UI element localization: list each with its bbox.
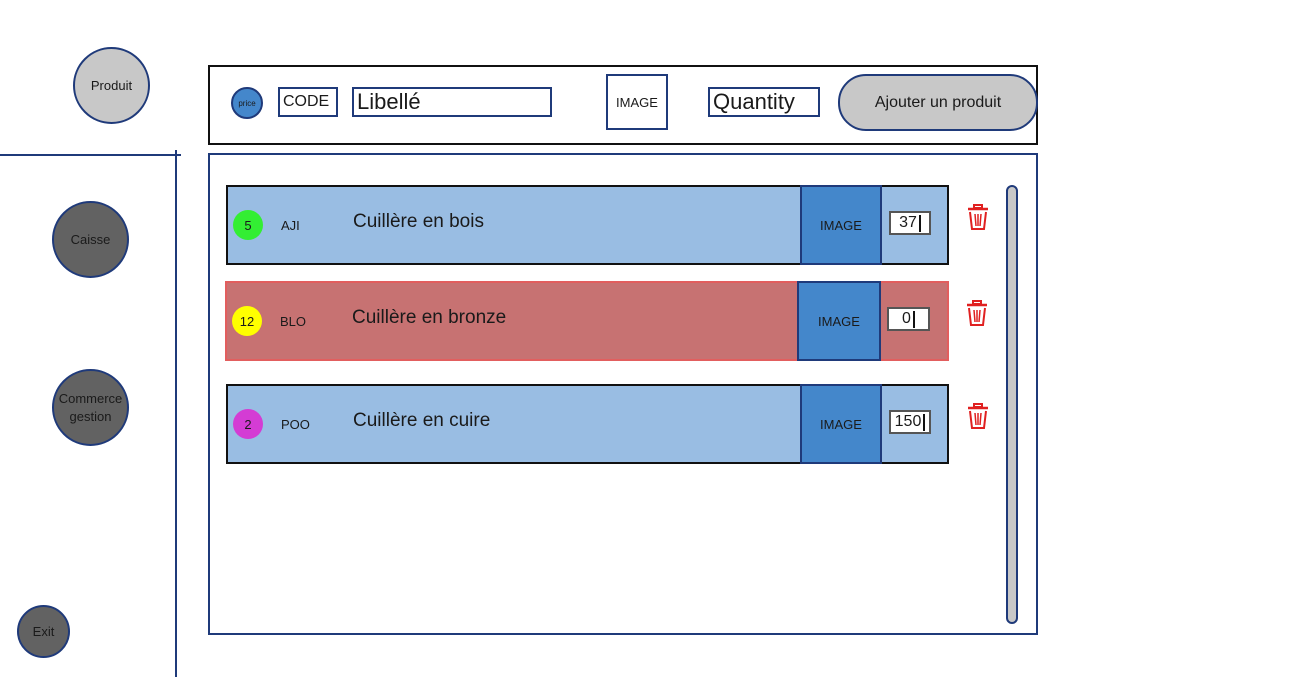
product-label: Cuillère en cuire xyxy=(353,410,491,431)
nav-caisse-button[interactable]: Caisse xyxy=(52,201,129,278)
product-label: Cuillère en bronze xyxy=(352,307,507,328)
text-cursor xyxy=(918,214,921,232)
trash-icon-graphic xyxy=(968,403,988,429)
product-label: Cuillère en bois xyxy=(353,211,484,232)
quantity-value: 37 xyxy=(899,214,917,231)
trash-icon-graphic xyxy=(968,204,988,230)
libelle-field[interactable]: Libellé xyxy=(352,87,552,117)
code-field[interactable]: CODE xyxy=(278,87,338,117)
quantity-input[interactable]: 0 xyxy=(887,307,930,331)
trash-icon[interactable] xyxy=(966,204,990,232)
image-field[interactable]: IMAGE xyxy=(606,74,668,130)
nav-produit-button[interactable]: Produit xyxy=(73,47,150,124)
sidebar-divider-vertical xyxy=(175,150,177,677)
nav-commerce-gestion-button[interactable]: Commerce gestion xyxy=(52,369,129,446)
price-badge: 12 xyxy=(232,306,262,336)
nav-commerce-label-line1: Commerce xyxy=(58,390,123,406)
product-row[interactable]: 2 POO Cuillère en cuire IMAGE 150 xyxy=(226,384,949,464)
price-badge: 5 xyxy=(233,210,263,240)
price-badge: 2 xyxy=(233,409,263,439)
price-field[interactable]: price xyxy=(231,87,263,119)
product-image-label: IMAGE xyxy=(820,217,862,233)
quantity-field-placeholder: Quantity xyxy=(713,89,795,114)
text-cursor xyxy=(912,310,915,328)
product-code: BLO xyxy=(280,314,307,329)
exit-button[interactable]: Exit xyxy=(17,605,70,658)
nav-caisse-label: Caisse xyxy=(70,231,111,247)
price-field-label: price xyxy=(238,98,256,108)
trash-icon-graphic xyxy=(967,300,987,326)
product-image: IMAGE xyxy=(800,384,882,464)
image-field-label: IMAGE xyxy=(616,94,658,110)
quantity-input[interactable]: 150 xyxy=(889,410,931,434)
nav-commerce-label-line2: gestion xyxy=(69,408,112,424)
add-product-button-label: Ajouter un produit xyxy=(874,93,1002,111)
trash-icon[interactable] xyxy=(965,300,989,328)
quantity-value: 150 xyxy=(894,413,922,430)
product-image: IMAGE xyxy=(800,185,882,265)
price-value: 5 xyxy=(244,217,252,233)
product-image-label: IMAGE xyxy=(820,416,862,432)
product-code: POO xyxy=(281,417,310,432)
product-row[interactable]: 5 AJI Cuillère en bois IMAGE 37 xyxy=(226,185,949,265)
product-image-label: IMAGE xyxy=(818,313,860,329)
text-cursor xyxy=(923,413,926,431)
product-code: AJI xyxy=(281,218,300,233)
nav-produit-label: Produit xyxy=(90,77,133,93)
list-scrollbar[interactable] xyxy=(1006,185,1018,624)
product-row[interactable]: 12 BLO Cuillère en bronze IMAGE 0 xyxy=(225,281,949,361)
trash-icon[interactable] xyxy=(966,403,990,431)
sidebar-divider-horizontal xyxy=(0,154,181,156)
add-product-button[interactable]: Ajouter un produit xyxy=(838,74,1038,131)
exit-label: Exit xyxy=(32,623,55,639)
quantity-value: 0 xyxy=(902,310,911,327)
quantity-field[interactable]: Quantity xyxy=(708,87,820,117)
product-image: IMAGE xyxy=(797,281,881,361)
code-field-placeholder: CODE xyxy=(283,93,330,110)
libelle-field-placeholder: Libellé xyxy=(357,89,421,114)
quantity-input[interactable]: 37 xyxy=(889,211,931,235)
price-value: 12 xyxy=(239,313,255,329)
price-value: 2 xyxy=(244,416,252,432)
